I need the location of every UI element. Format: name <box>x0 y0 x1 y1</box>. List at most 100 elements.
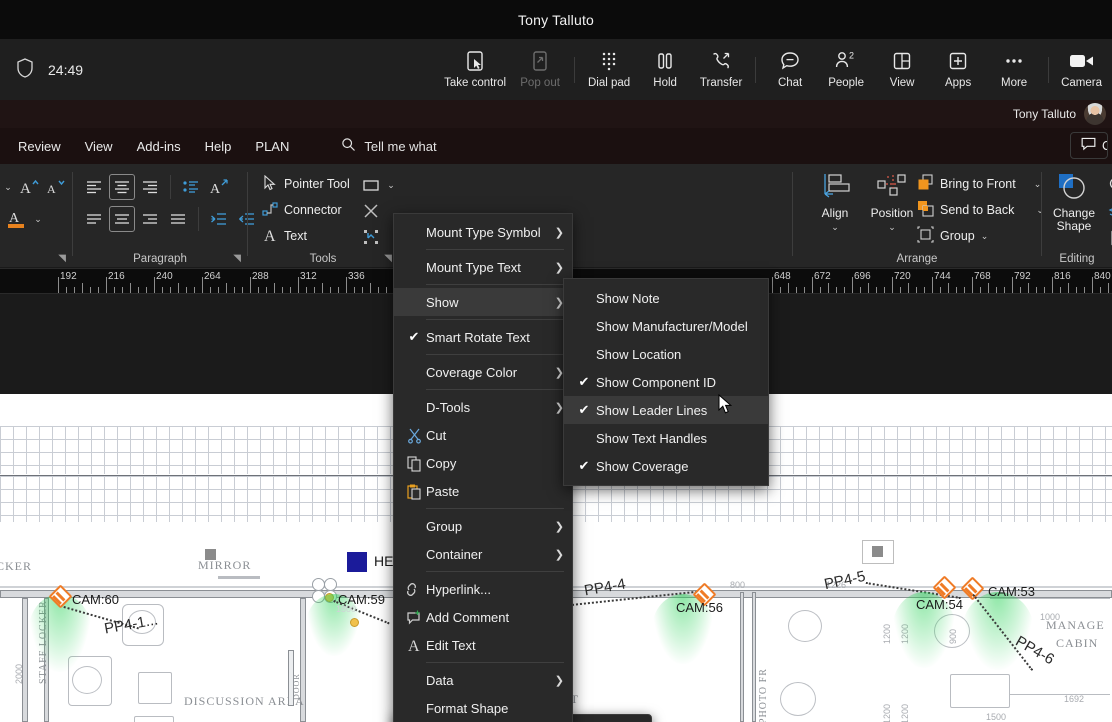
rectangle-tool-button[interactable] <box>358 172 384 198</box>
tab-help[interactable]: Help <box>195 134 242 159</box>
ruler-minor-tick <box>98 287 99 293</box>
copy-icon <box>402 455 426 472</box>
menu-item-group[interactable]: Group ❯ <box>394 512 572 540</box>
menu-item-format-shape[interactable]: Format Shape <box>394 694 572 722</box>
select-pointer-icon[interactable] <box>1104 226 1112 252</box>
menu-item-hyperlink[interactable]: Hyperlink... <box>394 575 572 603</box>
menu-item-container[interactable]: Container ❯ <box>394 540 572 568</box>
align-right-button[interactable] <box>137 174 163 200</box>
align-center-button[interactable] <box>109 174 135 200</box>
submenu-item-show-text-handles[interactable]: Show Text Handles <box>564 424 768 452</box>
send-to-back-button[interactable]: Send to Back ⌄ <box>913 198 1048 222</box>
more-button[interactable]: More <box>986 44 1042 96</box>
connector-button[interactable]: Connector <box>258 198 346 222</box>
paragraph-dialog-launcher[interactable]: ◥ <box>233 253 241 264</box>
submenu-item-show-note[interactable]: Show Note <box>564 284 768 312</box>
font-color-button[interactable]: A <box>4 206 30 232</box>
align-caret[interactable]: ⌄ <box>831 222 839 233</box>
ruler-minor-tick <box>828 283 829 293</box>
menu-item-add-comment[interactable]: Add Comment <box>394 603 572 631</box>
bullets-button[interactable] <box>178 174 204 200</box>
shrink-font-button[interactable]: A <box>42 174 68 200</box>
decrease-indent-button[interactable] <box>206 206 232 232</box>
ruler-minor-tick <box>226 283 227 293</box>
ruler-minor-tick <box>916 287 917 293</box>
ruler-minor-tick <box>322 283 323 293</box>
group-caret[interactable]: ⌄ <box>981 231 989 242</box>
take-control-button[interactable]: Take control <box>438 44 512 96</box>
valign-middle-button[interactable] <box>109 206 135 232</box>
connection-point-button[interactable] <box>358 224 384 250</box>
dial-pad-button[interactable]: Dial pad <box>581 44 637 96</box>
bring-to-front-button[interactable]: Bring to Front ⌄ <box>913 172 1045 196</box>
justify-button[interactable] <box>165 206 191 232</box>
menu-item-copy[interactable]: Copy <box>394 449 572 477</box>
avatar <box>1084 103 1106 125</box>
pointer-tool-label: Pointer Tool <box>284 177 350 191</box>
room-label-cker: CKER <box>0 559 33 573</box>
position-caret[interactable]: ⌄ <box>888 222 896 233</box>
ruler-minor-tick <box>820 287 821 293</box>
menu-item-paste[interactable]: Paste <box>394 477 572 505</box>
hold-label: Hold <box>653 76 677 89</box>
submenu-item-show-coverage[interactable]: ✔ Show Coverage <box>564 452 768 480</box>
align-left-button[interactable] <box>81 174 107 200</box>
people-button[interactable]: 2 People <box>818 44 874 96</box>
comments-button[interactable]: Co <box>1070 132 1108 159</box>
menu-item-mount-type-text[interactable]: Mount Type Text ❯ <box>394 253 572 281</box>
position-button[interactable]: Position ⌄ <box>865 172 919 233</box>
tab-view[interactable]: View <box>75 134 123 159</box>
ruler-minor-tick <box>90 287 91 293</box>
selection-handle[interactable] <box>205 549 216 560</box>
align-button[interactable]: Align ⌄ <box>808 172 862 233</box>
pointer-tool-button[interactable]: Pointer Tool <box>258 172 354 196</box>
ruler-minor-tick <box>1068 283 1069 293</box>
selected-shape[interactable] <box>347 552 367 572</box>
dimension-800: 800 <box>730 580 746 590</box>
pop-out-button[interactable]: Pop out <box>512 44 568 96</box>
submenu-item-show-leader-lines[interactable]: ✔ Show Leader Lines <box>564 396 768 424</box>
ruler-tick-label: 792 <box>1014 271 1031 282</box>
menu-item-mount-type-symbol[interactable]: Mount Type Symbol ❯ <box>394 218 572 246</box>
find-icon[interactable] <box>1104 172 1112 198</box>
hold-button[interactable]: Hold <box>637 44 693 96</box>
view-button[interactable]: View <box>874 44 930 96</box>
submenu-item-show-location[interactable]: Show Location <box>564 340 768 368</box>
ruler-minor-tick <box>114 287 115 293</box>
menu-item-edit-text[interactable]: A Edit Text <box>394 631 572 659</box>
tab-review[interactable]: Review <box>8 134 71 159</box>
valign-bottom-button[interactable] <box>137 206 163 232</box>
chat-button[interactable]: Chat <box>762 44 818 96</box>
tab-plan[interactable]: PLAN <box>245 134 299 159</box>
divider <box>198 207 199 231</box>
pointer-cross-button[interactable] <box>358 198 384 224</box>
context-menu[interactable]: Mount Type Symbol ❯ Mount Type Text ❯ Show ❯ ✔… <box>393 213 573 722</box>
menu-item-coverage-color[interactable]: Coverage Color ❯ <box>394 358 572 386</box>
context-submenu-show[interactable]: Show Note Show Manufacturer/Model Show Loc… <box>563 278 769 486</box>
text-direction-button[interactable]: A <box>206 174 232 200</box>
change-shape-button[interactable]: Change Shape <box>1046 172 1102 233</box>
valign-top-button[interactable] <box>81 206 107 232</box>
camera-button[interactable]: Camera <box>1055 44 1108 96</box>
menu-item-d-tools[interactable]: D-Tools ❯ <box>394 393 572 421</box>
rectangle-tool-caret[interactable]: ⌄ <box>384 172 398 198</box>
group-button[interactable]: Group ⌄ <box>913 224 992 248</box>
menu-item-show[interactable]: Show ❯ <box>394 288 572 316</box>
text-tool-button[interactable]: A Text <box>258 224 311 248</box>
tab-add-ins[interactable]: Add-ins <box>127 134 191 159</box>
font-color-caret[interactable]: ⌄ <box>30 206 46 232</box>
transfer-button[interactable]: Transfer <box>693 44 749 96</box>
menu-item-label: Mount Type Symbol <box>426 224 541 240</box>
font-size-caret[interactable]: ⌄ <box>0 174 16 200</box>
submenu-item-show-manufacturer-model[interactable]: Show Manufacturer/Model <box>564 312 768 340</box>
apps-button[interactable]: Apps <box>930 44 986 96</box>
tell-me-search[interactable]: Tell me what <box>341 137 437 155</box>
menu-item-data[interactable]: Data ❯ <box>394 666 572 694</box>
submenu-item-show-component-id[interactable]: ✔ Show Component ID <box>564 368 768 396</box>
menu-item-smart-rotate-text[interactable]: ✔ Smart Rotate Text <box>394 323 572 351</box>
layers-icon[interactable] <box>1104 200 1112 226</box>
font-dialog-launcher[interactable]: ◥ <box>58 253 66 264</box>
grow-font-button[interactable]: A <box>16 174 42 200</box>
tools-dialog-launcher[interactable]: ◥ <box>384 253 392 264</box>
menu-item-cut[interactable]: Cut <box>394 421 572 449</box>
